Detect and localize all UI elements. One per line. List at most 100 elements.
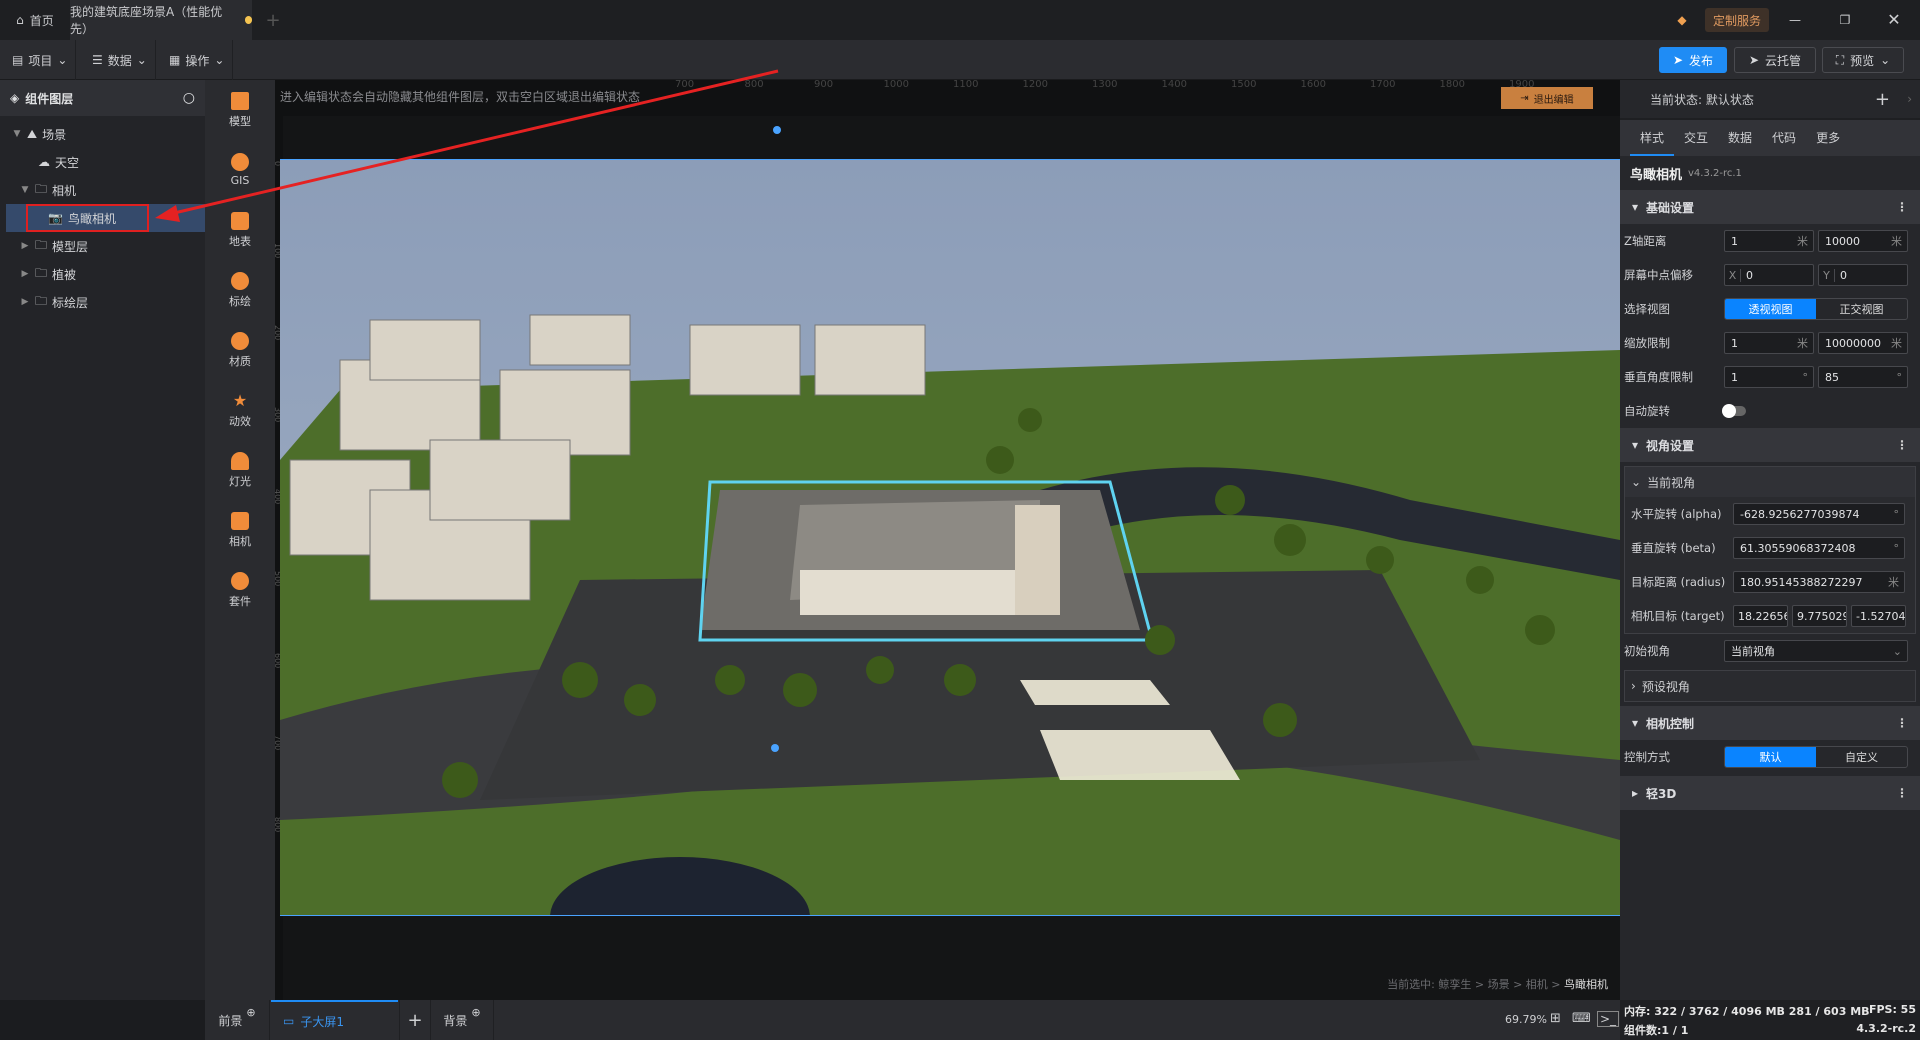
material-icon [231,331,249,350]
tool-label: 地表 [229,234,251,248]
z-max-input[interactable]: 10000 米 [1818,230,1908,252]
tool-kit[interactable]: 套件 [205,560,275,620]
more-icon[interactable]: ⋮ [1896,786,1908,800]
breadcrumb-path: 当前选中: 鲸孪生 > 场景 > 相机 > [1387,978,1564,991]
exit-edit-button[interactable]: ⇥ 退出编辑 [1501,87,1593,109]
option-default[interactable]: 默认 [1725,747,1816,767]
keyboard-icon[interactable]: ⌨ [1572,1011,1591,1026]
tool-gis[interactable]: GIS [205,140,275,200]
fit-screen-icon[interactable]: ⊞ [1550,1011,1561,1026]
caret-right-icon: ▶ [21,241,29,251]
chevron-right-icon[interactable]: › [1907,92,1912,106]
tree-item-birdseye-camera[interactable]: 📷 鸟瞰相机 [6,204,205,232]
auto-rotate-toggle[interactable] [1722,404,1746,418]
editor-canvas[interactable]: 700 800 900 1000 1100 1200 1300 1400 1500 1600 170… [275,80,1620,1000]
more-icon[interactable]: ⋮ [1896,200,1908,214]
more-icon[interactable]: ⋮ [1896,716,1908,730]
tree-item-vegetation[interactable]: ▶ 🗀 植被 [0,260,205,288]
tab-interaction[interactable]: 交互 [1674,129,1718,156]
close-button[interactable]: ✕ [1884,8,1904,32]
terminal-icon[interactable]: >_ [1597,1011,1620,1027]
section-camera-control[interactable]: ▾ 相机控制 ⋮ [1620,706,1920,740]
ruler-tick-label: 1700 [1370,80,1396,90]
current-view-header[interactable]: ⌄ 当前视角 [1625,467,1915,497]
vangle-min-input[interactable]: 1 ° [1724,366,1814,388]
menu-ops[interactable]: ▦ 操作 ⌄ [161,40,234,80]
tool-label: 灯光 [229,474,251,488]
target-y-input[interactable]: 9.775029 [1792,605,1847,627]
initial-view-select[interactable]: 当前视角 ⌄ [1724,640,1908,662]
add-circle-icon[interactable]: ⊕ [246,1006,255,1019]
tool-effect[interactable]: ★ 动效 [205,380,275,440]
tool-plot[interactable]: 标绘 [205,260,275,320]
component-toolbar: 模型 GIS 地表 标绘 材质 ★ 动效 灯光 相机 套件 [205,80,275,1000]
tree-item-sky[interactable]: ☁ 天空 [0,148,205,176]
tool-material[interactable]: 材质 [205,320,275,380]
custom-service-button[interactable]: 定制服务 [1705,8,1769,32]
tab-background[interactable]: 背景 ⊕ [431,1000,494,1040]
menu-project[interactable]: ▤ 项目 ⌄ [4,40,77,80]
row-radius: 目标距离 (radius) 180.95145388272297 米 [1625,565,1915,599]
option-custom[interactable]: 自定义 [1816,747,1907,767]
zoom-max-input[interactable]: 10000000 米 [1818,332,1908,354]
axis-label: X [1725,268,1741,282]
tool-ground[interactable]: 地表 [205,200,275,260]
weather-icon: ☁ [38,155,50,169]
publish-button[interactable]: ➤ 发布 [1659,47,1727,73]
field-label: 目标距离 (radius) [1631,575,1726,589]
tree-item-plot-layer[interactable]: ▶ 🗀 标绘层 [0,288,205,316]
3d-scene-viewport[interactable] [280,159,1620,916]
vangle-max-input[interactable]: 85 ° [1818,366,1908,388]
option-perspective[interactable]: 透视视图 [1725,299,1816,319]
offset-y-input[interactable]: Y0 [1818,264,1908,286]
new-tab-button[interactable]: + [258,0,288,40]
add-screen-button[interactable]: + [399,1000,431,1040]
resize-handle[interactable] [773,126,781,134]
menu-data[interactable]: ☰ 数据 ⌄ [84,40,156,80]
tab-subscreen[interactable]: ▭ 子大屏1 [271,1000,398,1040]
restore-button[interactable]: ❐ [1835,8,1855,32]
value: 85 [1825,370,1839,384]
tab-label: 子大屏1 [300,1014,344,1029]
tab-more[interactable]: 更多 [1806,129,1850,156]
preview-button[interactable]: ⛶ 预览 ⌄ [1822,47,1904,73]
target-x-input[interactable]: 18.22656 [1733,605,1788,627]
resize-handle[interactable] [771,744,779,752]
cloud-host-button[interactable]: ➤ 云托管 [1734,47,1816,73]
alpha-input[interactable]: -628.9256277039874 ° [1733,503,1905,525]
beta-input[interactable]: 61.30559068372408 ° [1733,537,1905,559]
section-light-3d[interactable]: ▸ 轻3D ⋮ [1620,776,1920,810]
add-circle-icon[interactable]: ⊕ [471,1006,480,1019]
tab-foreground[interactable]: 前景 ⊕ [205,1000,270,1040]
section-view[interactable]: ▾ 视角设置 ⋮ [1620,428,1920,462]
offset-x-input[interactable]: X0 [1724,264,1814,286]
tab-home[interactable]: ⌂ 首页 [0,0,70,40]
add-state-button[interactable]: + [1875,89,1890,110]
tree-label: 相机 [52,183,77,198]
zoom-min-input[interactable]: 1米 [1724,332,1814,354]
tool-light[interactable]: 灯光 [205,440,275,500]
tree-item-model-layer[interactable]: ▶ 🗀 模型层 [0,232,205,260]
section-basic[interactable]: ▾ 基础设置 ⋮ [1620,190,1920,224]
tab-data[interactable]: 数据 [1718,129,1762,156]
tool-label: 套件 [229,594,251,608]
option-orthographic[interactable]: 正交视图 [1816,299,1907,319]
more-icon[interactable]: ⋮ [1896,438,1908,452]
caret-down-icon: ▼ [21,185,29,195]
tool-model[interactable]: 模型 [205,80,275,140]
tree-item-scene[interactable]: ▼ ⛰ 场景 [0,120,205,148]
minimize-button[interactable]: — [1785,8,1805,32]
layer-panel-header: ◈ 组件图层 ○ [0,80,205,116]
component-title: 鸟瞰相机 v4.3.2-rc.1 [1620,156,1920,190]
tab-style[interactable]: 样式 [1630,129,1675,156]
tab-scene[interactable]: 我的建筑底座场景A（性能优先） [70,0,252,40]
current-state[interactable]: 当前状态: 默认状态 [1650,91,1754,108]
target-z-input[interactable]: -1.527049 [1851,605,1906,627]
radius-input[interactable]: 180.95145388272297 米 [1733,571,1905,593]
tree-item-camera-folder[interactable]: ▼ 🗀 相机 [0,176,205,204]
z-min-input[interactable]: 1米 [1724,230,1814,252]
tool-camera[interactable]: 相机 [205,500,275,560]
tab-code[interactable]: 代码 [1762,129,1806,156]
preset-view-group[interactable]: › 预设视角 [1624,670,1916,702]
search-icon[interactable]: ○ [183,90,195,106]
